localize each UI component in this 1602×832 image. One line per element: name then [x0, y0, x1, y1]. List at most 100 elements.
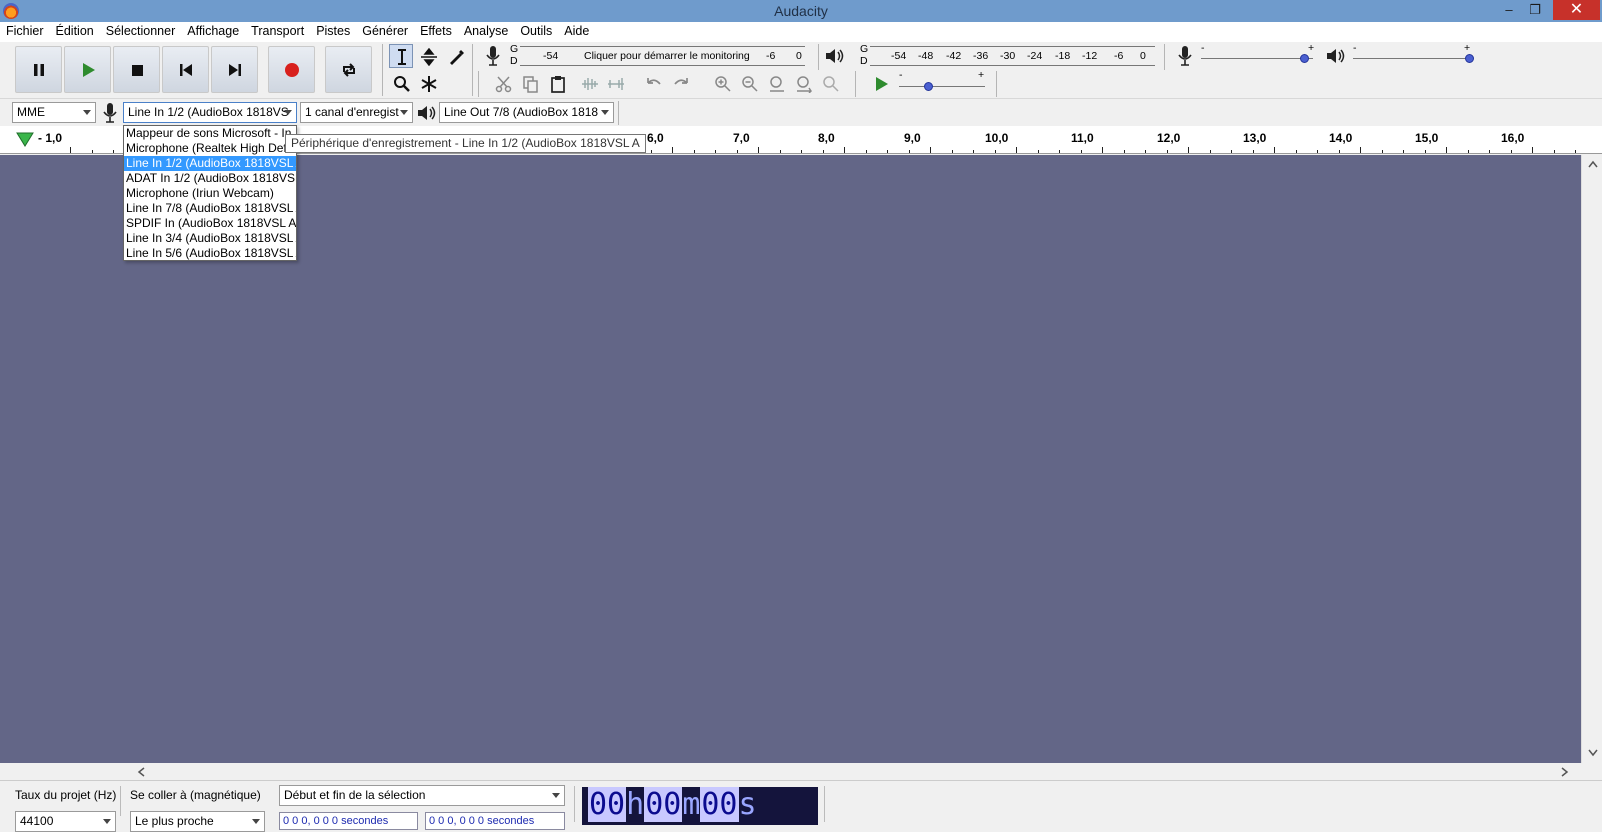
record-meter-hint[interactable]: Cliquer pour démarrer le monitoring — [584, 50, 750, 62]
recording-device-option[interactable]: Line In 5/6 (AudioBox 1818VSL A — [124, 246, 296, 261]
menu-transport[interactable]: Transport — [245, 22, 310, 38]
play-button[interactable] — [64, 46, 111, 93]
trim-button[interactable] — [577, 71, 601, 95]
zoom-fit-icon — [797, 76, 812, 93]
ruler-tick — [822, 150, 824, 153]
play-at-speed-button[interactable] — [868, 71, 892, 95]
scroll-down-icon[interactable] — [1588, 749, 1598, 757]
fit-selection-button[interactable] — [764, 71, 788, 95]
play-at-speed-icon — [876, 77, 888, 91]
playback-device-select[interactable]: Line Out 7/8 (AudioBox 1818 — [439, 102, 614, 123]
stop-button[interactable] — [113, 46, 160, 93]
paste-button[interactable] — [545, 71, 569, 95]
ruler-label: 15,0 — [1415, 131, 1439, 145]
recording-device-option[interactable]: Line In 1/2 (AudioBox 1818VSL A — [124, 156, 296, 171]
silence-button[interactable] — [603, 71, 627, 95]
close-button[interactable]: ✕ — [1553, 0, 1600, 20]
play-head-triangle-icon[interactable] — [16, 131, 34, 147]
scroll-up-icon[interactable] — [1588, 160, 1598, 168]
recording-channels-select[interactable]: 1 canal d'enregist — [300, 102, 413, 123]
menu-edition[interactable]: Édition — [50, 22, 100, 38]
loop-icon — [343, 63, 355, 77]
scroll-left-icon[interactable] — [137, 767, 145, 777]
playback-volume-speaker-icon — [1327, 49, 1345, 63]
menu-effets[interactable]: Effets — [414, 22, 458, 38]
audio-position-display[interactable]: 00h00m00s — [582, 787, 818, 825]
recording-device-dropdown-list[interactable]: Mappeur de sons Microsoft - In Microphone… — [123, 125, 297, 261]
pause-icon — [34, 64, 44, 76]
title-bar: Audacity ‒ ❐ ✕ — [0, 0, 1602, 22]
record-meter-bar-bottom — [520, 65, 805, 66]
recording-device-option[interactable]: Line In 3/4 (AudioBox 1818VSL A — [124, 231, 296, 246]
separator — [120, 786, 121, 816]
minimize-button[interactable]: ‒ — [1496, 0, 1522, 20]
menu-aide[interactable]: Aide — [558, 22, 595, 38]
time-hours-unit: h — [626, 787, 645, 822]
horizontal-scrollbar[interactable] — [0, 763, 1581, 780]
menu-outils[interactable]: Outils — [514, 22, 558, 38]
menu-pistes[interactable]: Pistes — [310, 22, 356, 38]
toolbar-area: G D -54 Cliquer pour démarrer le monitor… — [0, 42, 1602, 98]
skip-to-start-button[interactable] — [162, 46, 209, 93]
audio-host-select[interactable]: MME — [12, 102, 96, 123]
envelope-tool[interactable] — [416, 44, 440, 68]
recording-device-option[interactable]: Line In 7/8 (AudioBox 1818VSL A — [124, 201, 296, 216]
playback-volume-plus: + — [1464, 42, 1471, 54]
chevron-down-icon — [284, 110, 292, 115]
ruler-label: 6,0 — [647, 131, 664, 145]
loop-button[interactable] — [325, 46, 372, 93]
skip-to-end-button[interactable] — [211, 46, 258, 93]
playback-device-value: Line Out 7/8 (AudioBox 1818 — [444, 105, 599, 119]
selection-mode-select[interactable]: Début et fin de la sélection — [279, 785, 565, 806]
record-volume-slider-track[interactable] — [1201, 58, 1313, 59]
recording-device-tooltip: Périphérique d'enregistrement - Line In … — [285, 134, 646, 153]
recording-device-option[interactable]: ADAT In 1/2 (AudioBox 1818VSL — [124, 171, 296, 186]
recording-device-option[interactable]: Microphone (Iriun Webcam) — [124, 186, 296, 201]
vertical-scrollbar[interactable] — [1581, 155, 1602, 763]
time-minutes-unit: m — [682, 787, 701, 822]
copy-button[interactable] — [518, 71, 542, 95]
selection-start-time[interactable]: 0 0 0, 0 0 0 secondes — [279, 812, 418, 830]
playback-volume-slider-track[interactable] — [1353, 58, 1471, 59]
play-speed-slider-track[interactable] — [899, 86, 985, 87]
undo-button[interactable] — [641, 71, 665, 95]
fit-project-button[interactable] — [791, 71, 815, 95]
ruler-tick — [715, 150, 716, 153]
recording-device-option[interactable]: Mappeur de sons Microsoft - In — [124, 126, 296, 141]
record-button[interactable] — [268, 46, 315, 93]
play-speed-slider-thumb[interactable] — [924, 82, 934, 91]
pencil-icon — [450, 50, 464, 65]
menu-selectionner[interactable]: Sélectionner — [100, 22, 182, 38]
snap-to-select[interactable]: Le plus proche — [130, 811, 265, 832]
recording-device-option[interactable]: SPDIF In (AudioBox 1818VSL Aud — [124, 216, 296, 231]
ruler-tick — [1123, 150, 1125, 153]
scroll-right-icon[interactable] — [1561, 767, 1569, 777]
zoom-toggle-button[interactable] — [818, 71, 842, 95]
recording-device-select[interactable]: Line In 1/2 (AudioBox 1818VS — [123, 102, 297, 123]
project-rate-select[interactable]: 44100 — [15, 811, 116, 832]
playback-volume-slider-thumb[interactable] — [1464, 54, 1474, 63]
redo-button[interactable] — [668, 71, 692, 95]
menu-analyse[interactable]: Analyse — [458, 22, 514, 38]
multi-tool[interactable] — [416, 71, 440, 95]
draw-tool[interactable] — [443, 44, 467, 68]
pause-button[interactable] — [15, 46, 62, 93]
speaker-icon[interactable] — [824, 47, 846, 65]
ruler-tick — [650, 150, 652, 153]
menu-affichage[interactable]: Affichage — [181, 22, 245, 38]
cut-button[interactable] — [491, 71, 515, 95]
zoom-tool[interactable] — [389, 71, 413, 95]
microphone-icon[interactable] — [484, 45, 502, 67]
ruler-label: 9,0 — [904, 131, 921, 145]
zoom-in-button[interactable] — [710, 71, 734, 95]
menu-generer[interactable]: Générer — [356, 22, 414, 38]
play-speed-plus: + — [978, 69, 985, 81]
maximize-button[interactable]: ❐ — [1522, 0, 1548, 20]
ruler-tick — [1403, 150, 1404, 153]
menu-fichier[interactable]: Fichier — [0, 22, 50, 38]
zoom-out-button[interactable] — [737, 71, 761, 95]
record-volume-slider-thumb[interactable] — [1300, 54, 1310, 63]
selection-end-time[interactable]: 0 0 0, 0 0 0 secondes — [425, 812, 565, 830]
recording-device-option[interactable]: Microphone (Realtek High Def — [124, 141, 296, 156]
selection-tool[interactable] — [389, 44, 413, 68]
